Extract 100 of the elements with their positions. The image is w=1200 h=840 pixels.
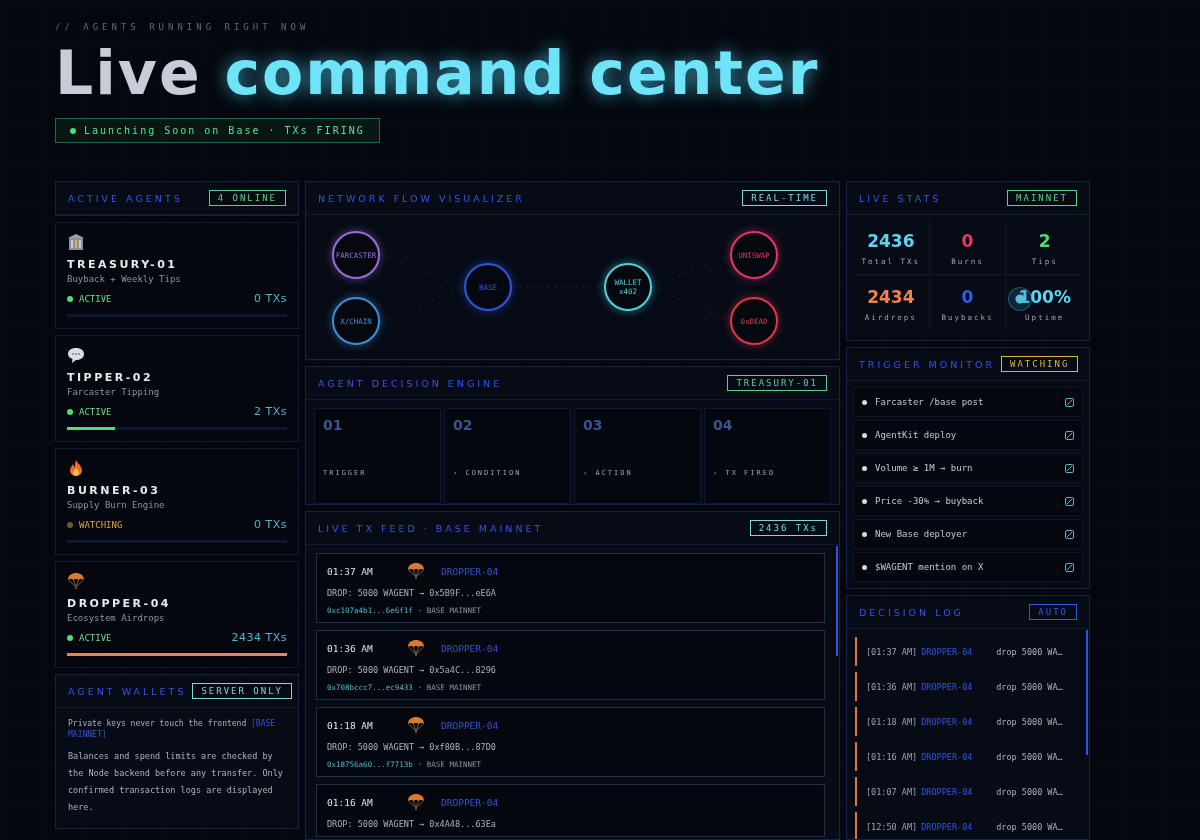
wallet-description: Balances and spend limits are checked by the Node backend before any transfer. Only confirmed transaction logs are displayed here. (68, 750, 284, 814)
agent-description: Ecosystem Airdrops (67, 613, 166, 623)
tx-count: 0 TXs (254, 518, 287, 531)
agent-name: DROPPER-04 (67, 597, 172, 610)
log-message: drop 5000 WA… (996, 716, 1063, 727)
stat-value: 2 (1038, 231, 1051, 251)
speech-bubble-icon (67, 346, 85, 364)
status-badge: 4 ONLINE (208, 190, 286, 206)
parachute-icon (407, 793, 425, 811)
parachute-icon (407, 639, 425, 657)
agent-name: TREASURY-01 (67, 258, 179, 271)
tx-count: 0 TXs (254, 292, 287, 305)
agent-status: ACTIVE (79, 293, 112, 304)
log-time: [01:36 AM] (866, 681, 918, 692)
scrollbar-thumb[interactable] (836, 546, 838, 656)
stat-value: 2434 (867, 287, 915, 307)
panel-title: LIVE TX FEED · BASE MAINNET (318, 522, 544, 534)
panel-title: ACTIVE AGENTS (68, 192, 183, 204)
agent-card[interactable]: TREASURY-01 Buyback + Weekly Tips ACTIVE 0 TXs (55, 222, 299, 329)
armed-icon (1065, 463, 1074, 473)
step-number: 02 (453, 417, 474, 433)
panel-title: NETWORK FLOW VISUALIZER (318, 192, 525, 204)
bullet-icon (862, 399, 867, 405)
panel-title: DECISION LOG (859, 606, 964, 618)
agent-status: WATCHING (79, 519, 123, 530)
agent-status: ACTIVE (79, 632, 112, 643)
log-time: [01:07 AM] (866, 786, 918, 797)
tx-action: DROP: 5000 WAGENT → 0x5B9F...eE6A (327, 588, 497, 598)
log-time: [01:16 AM] (866, 751, 918, 762)
agent-card[interactable]: TIPPER-02 Farcaster Tipping ACTIVE 2 TXs (55, 335, 299, 442)
trigger-label: AgentKit deploy (875, 430, 958, 440)
step-number: 03 (583, 417, 604, 433)
tx-time: 01:36 AM (327, 642, 374, 654)
bullet-icon (862, 531, 867, 537)
panel-title: AGENT DECISION ENGINE (318, 377, 503, 389)
launch-badge: Launching Soon on Base · TXs FIRING (55, 118, 380, 143)
panel-title: TRIGGER MONITOR (859, 358, 995, 370)
log-message: drop 5000 WA… (996, 786, 1063, 797)
armed-icon (1065, 430, 1074, 440)
log-message: drop 5000 WA… (996, 751, 1063, 762)
parachute-icon (407, 716, 425, 734)
step-number: 04 (713, 417, 734, 433)
agent-name: TIPPER-02 (67, 371, 155, 384)
tx-time: 01:18 AM (327, 719, 374, 731)
panel-title: LIVE STATS (859, 192, 942, 204)
status-badge: MAINNET (1007, 190, 1077, 206)
log-message: drop 5000 WA… (996, 821, 1063, 832)
status-badge: AUTO (1029, 604, 1077, 620)
stat-value: 100% (1018, 287, 1071, 307)
status-badge: SERVER ONLY (192, 683, 293, 699)
stat-value: 2436 (867, 231, 915, 251)
log-agent: DROPPER-04 (921, 751, 974, 762)
log-agent: DROPPER-04 (921, 786, 974, 797)
flame-icon (67, 459, 85, 477)
bullet-icon (862, 564, 867, 570)
parachute-icon (67, 572, 85, 590)
armed-icon (1065, 529, 1074, 539)
trigger-label: Price -30% → buyback (875, 496, 985, 506)
bullet-icon (862, 465, 867, 471)
status-badge: REAL-TIME (742, 190, 827, 206)
log-time: [12:50 AM] (866, 821, 918, 832)
tx-action: DROP: 5000 WAGENT → 0xf80B...87D0 (327, 742, 497, 752)
log-message: drop 5000 WA… (996, 646, 1063, 657)
armed-icon (1065, 496, 1074, 506)
scrollbar-thumb[interactable] (1086, 630, 1088, 755)
stat-value: 0 (961, 287, 974, 307)
page-title: Live command center (55, 38, 821, 108)
status-badge: WATCHING (1001, 356, 1079, 372)
log-agent: DROPPER-04 (921, 716, 974, 727)
transaction-card[interactable]: 01:16 AM DROPPER-04 DROP: 5000 WAGENT → 0x4A48...63Ea (316, 784, 825, 837)
log-agent: DROPPER-04 (921, 681, 974, 692)
agent-status: ACTIVE (79, 406, 112, 417)
bullet-icon (862, 498, 867, 504)
step-number: 01 (323, 417, 344, 433)
agent-card[interactable]: BURNER-03 Supply Burn Engine WATCHING 0 TXs (55, 448, 299, 555)
trigger-label: $WAGENT mention on X (875, 562, 985, 572)
trigger-label: Volume ≥ 1M → burn (875, 463, 974, 473)
parachute-icon (407, 562, 425, 580)
agent-description: Supply Burn Engine (67, 500, 166, 510)
security-note: Private keys never touch the frontend [BASE MAINNET] (68, 718, 277, 740)
tx-count: 2434 TXs (231, 631, 287, 644)
log-agent: DROPPER-04 (921, 646, 974, 657)
tx-time: 01:37 AM (327, 565, 374, 577)
log-agent: DROPPER-04 (921, 821, 974, 832)
agent-card[interactable]: DROPPER-04 Ecosystem Airdrops ACTIVE 2434 TXs (55, 561, 299, 668)
tx-action: DROP: 5000 WAGENT → 0x5a4C...8296 (327, 665, 497, 675)
status-badge: 2436 TXs (749, 520, 827, 536)
log-time: [01:18 AM] (866, 716, 918, 727)
armed-icon (1065, 562, 1074, 572)
agent-description: Farcaster Tipping (67, 387, 161, 397)
tx-time: 01:16 AM (327, 796, 374, 808)
bank-icon (67, 233, 85, 251)
agent-name: BURNER-03 (67, 484, 162, 497)
armed-icon (1065, 397, 1074, 407)
stat-value: 0 (961, 231, 974, 251)
section-kicker: // AGENTS RUNNING RIGHT NOW (55, 22, 311, 32)
tx-action: DROP: 5000 WAGENT → 0x4A48...63Ea (327, 819, 497, 829)
bullet-icon (862, 432, 867, 438)
log-message: drop 5000 WA… (996, 681, 1063, 692)
tx-count: 2 TXs (254, 405, 287, 418)
